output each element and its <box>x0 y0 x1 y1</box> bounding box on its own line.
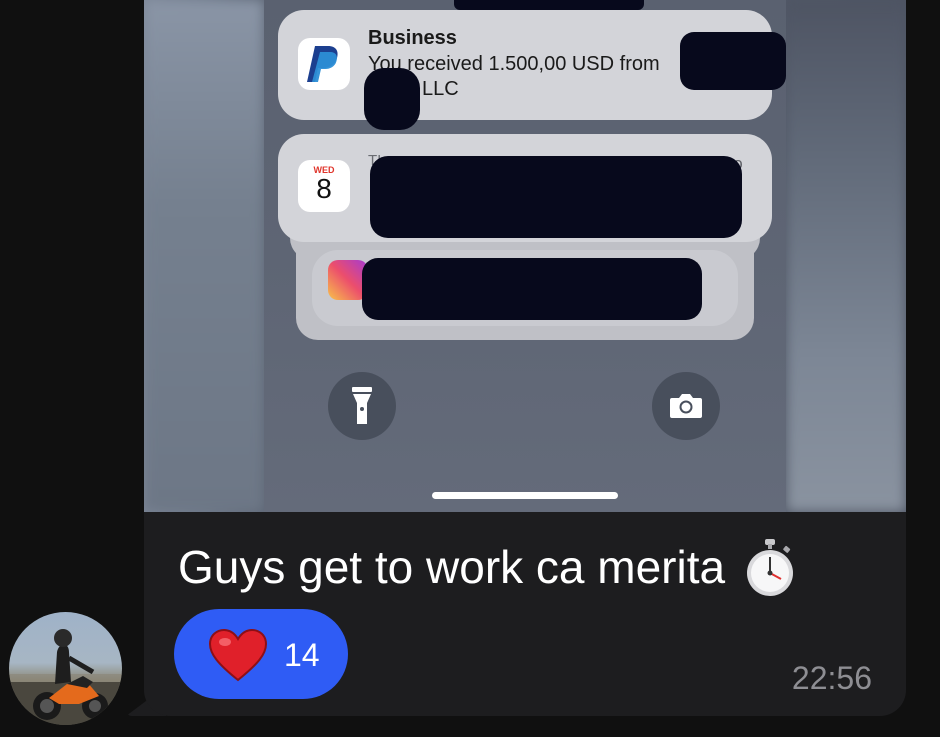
avatar[interactable] <box>9 612 122 725</box>
attached-photo[interactable]: Business ago You received 1.500,00 USD f… <box>144 0 906 512</box>
camera-button[interactable] <box>652 372 720 440</box>
camera-icon <box>670 394 702 418</box>
stopwatch-icon <box>746 538 793 596</box>
message-bubble[interactable]: Business ago You received 1.500,00 USD f… <box>144 0 906 716</box>
paypal-notification[interactable]: Business ago You received 1.500,00 USD f… <box>278 10 786 130</box>
reaction-badge[interactable]: 14 <box>174 609 348 699</box>
heart-icon <box>208 628 268 682</box>
phone-lockscreen: Business ago You received 1.500,00 USD f… <box>264 0 786 512</box>
flashlight-icon <box>352 387 372 424</box>
redaction-paypal-name <box>364 68 420 130</box>
calendar-notification[interactable]: WED 8 TI 8m ago <box>278 134 772 242</box>
message-text: Guys get to work ca merita <box>178 541 726 593</box>
redaction-paypal-sender <box>680 32 786 90</box>
redaction-top <box>454 0 644 10</box>
calendar-day: 8 <box>316 173 332 204</box>
redaction-calendar <box>370 156 742 238</box>
instagram-notification[interactable] <box>312 250 738 326</box>
home-indicator <box>432 492 618 499</box>
reaction-count: 14 <box>284 637 320 673</box>
redaction-instagram <box>362 258 702 320</box>
flashlight-button[interactable] <box>328 372 396 440</box>
paypal-icon <box>298 38 350 90</box>
message-timestamp: 22:56 <box>791 660 872 696</box>
message-caption: Guys get to work ca merita <box>178 538 796 600</box>
calendar-icon: WED 8 <box>298 160 350 212</box>
photo-blur-left <box>144 0 264 512</box>
paypal-notification-title: Business <box>368 27 457 49</box>
photo-blur-right <box>786 0 906 512</box>
paypal-notification-line2: LLC <box>422 78 459 100</box>
